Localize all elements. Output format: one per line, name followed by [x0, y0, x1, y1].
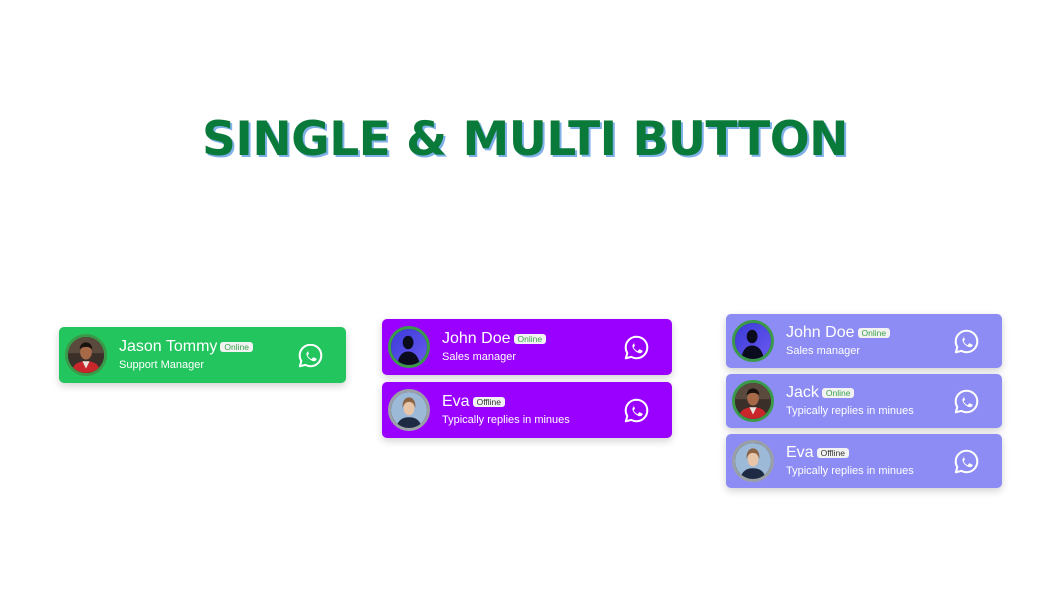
agent-role: Typically replies in minues — [442, 414, 570, 426]
whatsapp-agent-button-john[interactable]: John Doe Online Sales manager — [382, 319, 672, 375]
whatsapp-icon — [953, 388, 980, 415]
agent-role: Support Manager — [119, 359, 204, 371]
page-title: SINGLE & MULTI BUTTON — [201, 112, 849, 167]
agent-avatar — [388, 389, 430, 431]
whatsapp-agent-button-eva[interactable]: Eva Offline Typically replies in minues — [726, 434, 1002, 488]
whatsapp-agent-button-jason[interactable]: Jason Tommy Online Support Manager — [59, 327, 346, 383]
status-badge: Online — [220, 342, 253, 352]
agent-role: Sales manager — [442, 351, 516, 363]
whatsapp-icon — [297, 342, 324, 369]
whatsapp-icon — [953, 448, 980, 475]
status-badge: Offline — [472, 397, 505, 407]
agent-avatar — [65, 334, 107, 376]
whatsapp-agent-button-john[interactable]: John Doe Online Sales manager — [726, 314, 1002, 368]
agent-name: Eva — [442, 393, 470, 410]
agent-name: John Doe — [442, 330, 511, 347]
agent-role: Sales manager — [786, 345, 860, 357]
agent-avatar — [732, 380, 774, 422]
agent-role: Typically replies in minues — [786, 405, 914, 417]
status-badge: Online — [821, 388, 855, 398]
agent-name: Jack — [786, 384, 819, 401]
status-badge: Online — [857, 328, 891, 338]
agent-avatar — [732, 440, 774, 482]
status-badge: Offline — [816, 448, 849, 458]
agent-avatar — [732, 320, 774, 362]
status-badge: Online — [513, 334, 547, 344]
whatsapp-icon — [953, 328, 980, 355]
whatsapp-icon — [623, 397, 650, 424]
whatsapp-agent-button-eva[interactable]: Eva Offline Typically replies in minues — [382, 382, 672, 438]
agent-name: Jason Tommy — [119, 338, 218, 355]
whatsapp-icon — [623, 334, 650, 361]
agent-name: John Doe — [786, 324, 855, 341]
agent-name: Eva — [786, 444, 814, 461]
agent-role: Typically replies in minues — [786, 465, 914, 477]
agent-avatar — [388, 326, 430, 368]
whatsapp-agent-button-jack[interactable]: Jack Online Typically replies in minues — [726, 374, 1002, 428]
